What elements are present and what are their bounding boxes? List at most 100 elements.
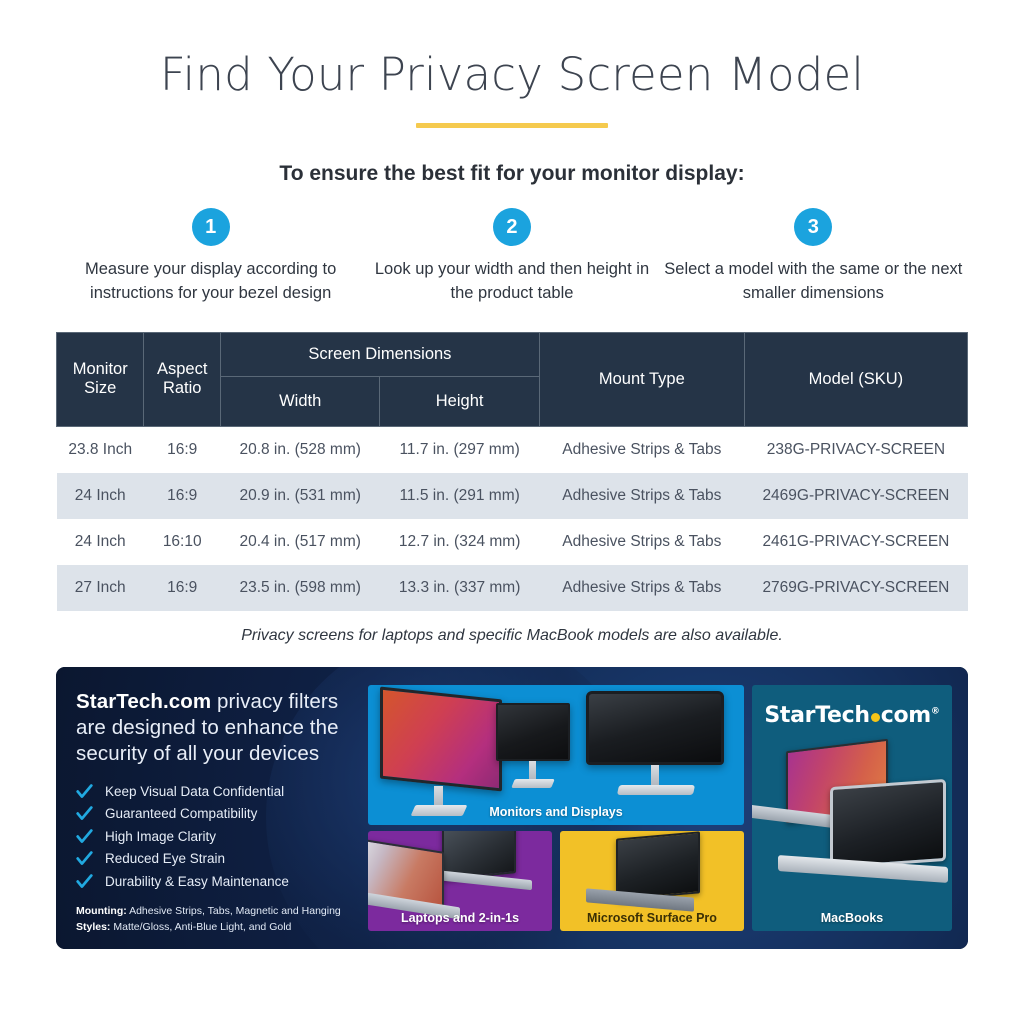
- list-item: High Image Clarity: [76, 828, 360, 845]
- steps-row: 1 Measure your display according to inst…: [60, 208, 964, 306]
- feature-label: Guaranteed Compatibility: [105, 806, 258, 822]
- step-2-text: Look up your width and then height in th…: [374, 260, 650, 302]
- styles-value: Matte/Gloss, Anti-Blue Light, and Gold: [110, 921, 292, 934]
- cell-monitor-size: 23.8 Inch: [56, 426, 144, 473]
- logo-text-part2: com: [880, 702, 931, 728]
- styles-label: Styles:: [76, 921, 111, 934]
- cell-model-sku: 2769G-PRIVACY-SCREEN: [744, 564, 968, 611]
- step-2: 2 Look up your width and then height in …: [361, 208, 662, 306]
- feature-label: Reduced Eye Strain: [105, 851, 226, 867]
- cell-height: 11.7 in. (297 mm): [379, 426, 540, 473]
- logo-registered-mark: ®: [930, 706, 940, 717]
- cell-aspect-ratio: 16:9: [143, 472, 221, 519]
- check-icon: [76, 873, 93, 888]
- page-title: Find Your Privacy Screen Model: [159, 48, 865, 101]
- table-row: 23.8 Inch 16:9 20.8 in. (528 mm) 11.7 in…: [56, 426, 968, 473]
- page-root: Find Your Privacy Screen Model To ensure…: [0, 0, 1024, 1024]
- cell-height: 13.3 in. (337 mm): [379, 564, 540, 611]
- monitor-image-3: [586, 690, 724, 765]
- cell-aspect-ratio: 16:9: [143, 564, 221, 611]
- mounting-value: Adhesive Strips, Tabs, Magnetic and Hang…: [126, 904, 341, 917]
- step-3-text: Select a model with the same or the next…: [664, 260, 963, 302]
- th-width: Width: [219, 375, 381, 427]
- macbook-screen-front: [830, 778, 946, 869]
- monitor-base-2: [511, 778, 555, 788]
- product-table: Monitor Size Aspect Ratio Screen Dimensi…: [55, 331, 969, 611]
- panel-monitors-label: Monitors and Displays: [489, 804, 623, 819]
- page-subtitle: To ensure the best fit for your monitor …: [279, 162, 745, 185]
- monitor-stand-3: [651, 764, 659, 787]
- step-1-text: Measure your display according to instru…: [85, 260, 337, 302]
- th-height: Height: [379, 375, 540, 427]
- panel-surface-label: Microsoft Surface Pro: [587, 910, 717, 925]
- th-model-sku: Model (SKU): [743, 331, 969, 427]
- cell-height: 12.7 in. (324 mm): [379, 518, 540, 565]
- cell-model-sku: 2461G-PRIVACY-SCREEN: [744, 518, 968, 565]
- banner-feature-list: Keep Visual Data Confidential Guaranteed…: [76, 783, 360, 890]
- banner-footnotes: Mounting: Adhesive Strips, Tabs, Magneti…: [76, 903, 360, 937]
- product-table-wrap: Monitor Size Aspect Ratio Screen Dimensi…: [55, 331, 969, 645]
- logo-yellow-dot-icon: [870, 712, 880, 722]
- monitor-base-3: [616, 784, 696, 795]
- monitor-stand-2: [529, 760, 536, 781]
- cell-aspect-ratio: 16:10: [143, 518, 221, 565]
- check-icon: [76, 806, 93, 821]
- check-icon: [76, 828, 93, 843]
- cell-width: 20.4 in. (517 mm): [220, 518, 380, 565]
- panel-laptops-label: Laptops and 2-in-1s: [400, 910, 520, 925]
- styles-line: Styles: Matte/Gloss, Anti-Blue Light, an…: [76, 919, 360, 936]
- feature-label: Keep Visual Data Confidential: [105, 783, 285, 799]
- cell-mount-type: Adhesive Strips & Tabs: [539, 564, 745, 611]
- step-3: 3 Select a model with the same or the ne…: [663, 208, 964, 306]
- cell-model-sku: 238G-PRIVACY-SCREEN: [744, 426, 968, 473]
- table-row: 24 Inch 16:10 20.4 in. (517 mm) 12.7 in.…: [56, 518, 968, 565]
- step-1-badge: 1: [191, 208, 230, 246]
- table-head-row-1: Monitor Size Aspect Ratio Screen Dimensi…: [55, 331, 969, 427]
- list-item: Guaranteed Compatibility: [76, 805, 360, 822]
- th-monitor-size: Monitor Size: [55, 331, 145, 427]
- check-icon: [76, 851, 93, 866]
- th-mount-type: Mount Type: [538, 331, 745, 427]
- panel-microsoft-surface-pro[interactable]: Microsoft Surface Pro: [560, 830, 744, 931]
- list-item: Durability & Easy Maintenance: [76, 873, 360, 890]
- th-screen-dimensions: Screen Dimensions: [219, 331, 540, 377]
- table-row: 27 Inch 16:9 23.5 in. (598 mm) 13.3 in. …: [56, 564, 968, 611]
- panel-laptops-2in1s[interactable]: Laptops and 2-in-1s: [368, 830, 552, 931]
- panel-macbooks-label: MacBooks: [820, 910, 884, 925]
- surface-screen: [616, 831, 700, 901]
- cell-monitor-size: 24 Inch: [56, 472, 144, 519]
- banner-brand-name: StarTech.com: [76, 689, 212, 713]
- cell-model-sku: 2469G-PRIVACY-SCREEN: [744, 472, 968, 519]
- cell-mount-type: Adhesive Strips & Tabs: [539, 472, 745, 519]
- mounting-line: Mounting: Adhesive Strips, Tabs, Magneti…: [76, 903, 360, 920]
- list-item: Reduced Eye Strain: [76, 850, 360, 867]
- check-icon: [76, 783, 93, 798]
- feature-label: Durability & Easy Maintenance: [105, 873, 289, 889]
- title-underline: [416, 123, 608, 128]
- mounting-label: Mounting:: [76, 904, 127, 917]
- logo-text-part1: StarTech: [764, 702, 870, 728]
- table-footnote: Privacy screens for laptops and specific…: [241, 626, 783, 644]
- panel-macbooks[interactable]: StarTech com® MacBooks: [752, 684, 952, 931]
- monitor-image-2: [496, 702, 570, 761]
- banner-headline: StarTech.com privacy filters are designe…: [76, 689, 360, 768]
- panel-monitors-and-displays[interactable]: Monitors and Displays: [368, 684, 744, 825]
- list-item: Keep Visual Data Confidential: [76, 783, 360, 800]
- banner-text-panel: StarTech.com privacy filters are designe…: [56, 667, 376, 949]
- feature-label: High Image Clarity: [105, 828, 217, 844]
- table-row: 24 Inch 16:9 20.9 in. (531 mm) 11.5 in. …: [56, 472, 968, 519]
- table-body: 23.8 Inch 16:9 20.8 in. (528 mm) 11.7 in…: [56, 426, 968, 611]
- step-2-badge: 2: [492, 208, 531, 246]
- cell-width: 23.5 in. (598 mm): [220, 564, 380, 611]
- promo-banner: StarTech.com privacy filters are designe…: [56, 666, 968, 949]
- table-head: Monitor Size Aspect Ratio Screen Dimensi…: [55, 331, 969, 427]
- cell-height: 11.5 in. (291 mm): [379, 472, 540, 519]
- startech-logo: StarTech com®: [752, 703, 952, 728]
- cell-aspect-ratio: 16:9: [143, 426, 221, 473]
- cell-mount-type: Adhesive Strips & Tabs: [539, 426, 745, 473]
- cell-width: 20.9 in. (531 mm): [220, 472, 380, 519]
- step-1: 1 Measure your display according to inst…: [60, 208, 361, 306]
- cell-monitor-size: 24 Inch: [56, 518, 144, 565]
- th-aspect-ratio: Aspect Ratio: [143, 331, 221, 427]
- cell-mount-type: Adhesive Strips & Tabs: [539, 518, 745, 565]
